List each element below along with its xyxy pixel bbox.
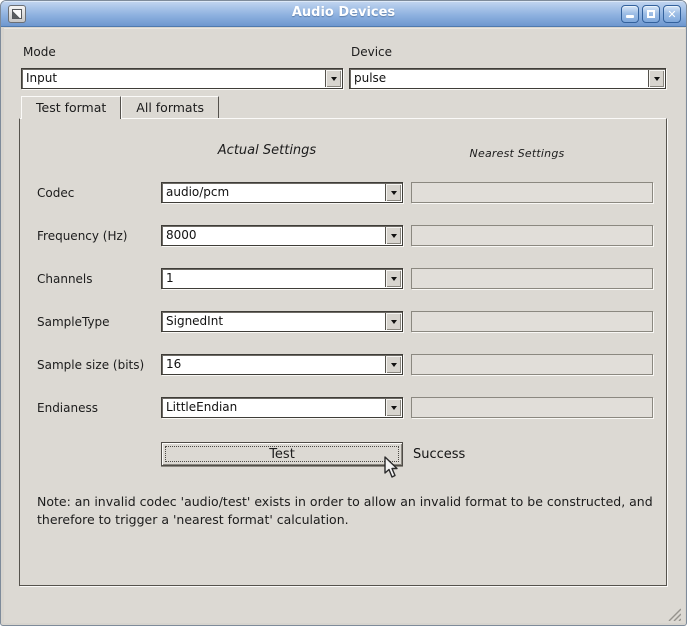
endianess-nearest-field[interactable] bbox=[411, 397, 653, 418]
chevron-down-icon[interactable] bbox=[385, 227, 401, 244]
test-button[interactable]: Test bbox=[161, 442, 403, 466]
minimize-icon bbox=[626, 15, 634, 18]
nearest-settings-heading: Nearest Settings bbox=[396, 147, 638, 160]
note-text: Note: an invalid codec 'audio/test' exis… bbox=[37, 493, 661, 529]
mouse-cursor bbox=[384, 456, 401, 480]
channels-selected-value: 1 bbox=[166, 271, 174, 285]
mode-select[interactable]: Input bbox=[21, 68, 343, 89]
frequency-selected-value: 8000 bbox=[166, 228, 197, 242]
samplesize-nearest-field[interactable] bbox=[411, 354, 653, 375]
window-controls: ✕ bbox=[621, 5, 681, 23]
mode-label: Mode bbox=[23, 45, 56, 59]
titlebar[interactable]: Audio Devices ✕ bbox=[1, 1, 686, 27]
frequency-label: Frequency (Hz) bbox=[37, 229, 128, 243]
samplesize-selected-value: 16 bbox=[166, 357, 181, 371]
sampletype-select[interactable]: SignedInt bbox=[161, 311, 403, 332]
close-button[interactable]: ✕ bbox=[663, 5, 681, 23]
codec-nearest-field[interactable] bbox=[411, 182, 653, 203]
chevron-down-icon[interactable] bbox=[385, 356, 401, 373]
chevron-down-icon[interactable] bbox=[385, 184, 401, 201]
codec-label: Codec bbox=[37, 186, 74, 200]
mode-selected-value: Input bbox=[26, 71, 57, 85]
window-title: Audio Devices bbox=[1, 5, 686, 20]
codec-select[interactable]: audio/pcm bbox=[161, 182, 403, 203]
endianess-label: Endianess bbox=[37, 401, 98, 415]
sampletype-label: SampleType bbox=[37, 315, 110, 329]
format-tabs: Test format All formats bbox=[21, 96, 219, 119]
frequency-select[interactable]: 8000 bbox=[161, 225, 403, 246]
chevron-down-icon[interactable] bbox=[385, 399, 401, 416]
chevron-down-icon[interactable] bbox=[385, 313, 401, 330]
dialog-body: Mode Input Device pulse Test format All … bbox=[4, 28, 685, 623]
sampletype-nearest-field[interactable] bbox=[411, 311, 653, 332]
samplesize-label: Sample size (bits) bbox=[37, 358, 144, 372]
chevron-down-icon[interactable] bbox=[648, 70, 664, 87]
endianess-select[interactable]: LittleEndian bbox=[161, 397, 403, 418]
maximize-icon bbox=[647, 10, 655, 18]
channels-select[interactable]: 1 bbox=[161, 268, 403, 289]
chevron-down-icon[interactable] bbox=[385, 270, 401, 287]
device-label: Device bbox=[351, 45, 392, 59]
test-status-text: Success bbox=[413, 447, 465, 462]
endianess-selected-value: LittleEndian bbox=[166, 400, 237, 414]
channels-label: Channels bbox=[37, 272, 93, 286]
audio-devices-window: Audio Devices ✕ Mode Input Device pulse bbox=[0, 0, 687, 626]
tab-test-format[interactable]: Test format bbox=[21, 96, 121, 119]
frequency-nearest-field[interactable] bbox=[411, 225, 653, 246]
device-select[interactable]: pulse bbox=[349, 68, 666, 89]
minimize-button[interactable] bbox=[621, 5, 639, 23]
channels-nearest-field[interactable] bbox=[411, 268, 653, 289]
actual-settings-heading: Actual Settings bbox=[146, 143, 388, 158]
codec-selected-value: audio/pcm bbox=[166, 185, 229, 199]
resize-grip[interactable] bbox=[666, 606, 681, 621]
tab-all-formats[interactable]: All formats bbox=[121, 96, 219, 118]
chevron-down-icon[interactable] bbox=[325, 70, 341, 87]
close-icon: ✕ bbox=[667, 9, 676, 20]
samplesize-select[interactable]: 16 bbox=[161, 354, 403, 375]
sampletype-selected-value: SignedInt bbox=[166, 314, 223, 328]
device-selected-value: pulse bbox=[354, 71, 386, 85]
maximize-button[interactable] bbox=[642, 5, 660, 23]
